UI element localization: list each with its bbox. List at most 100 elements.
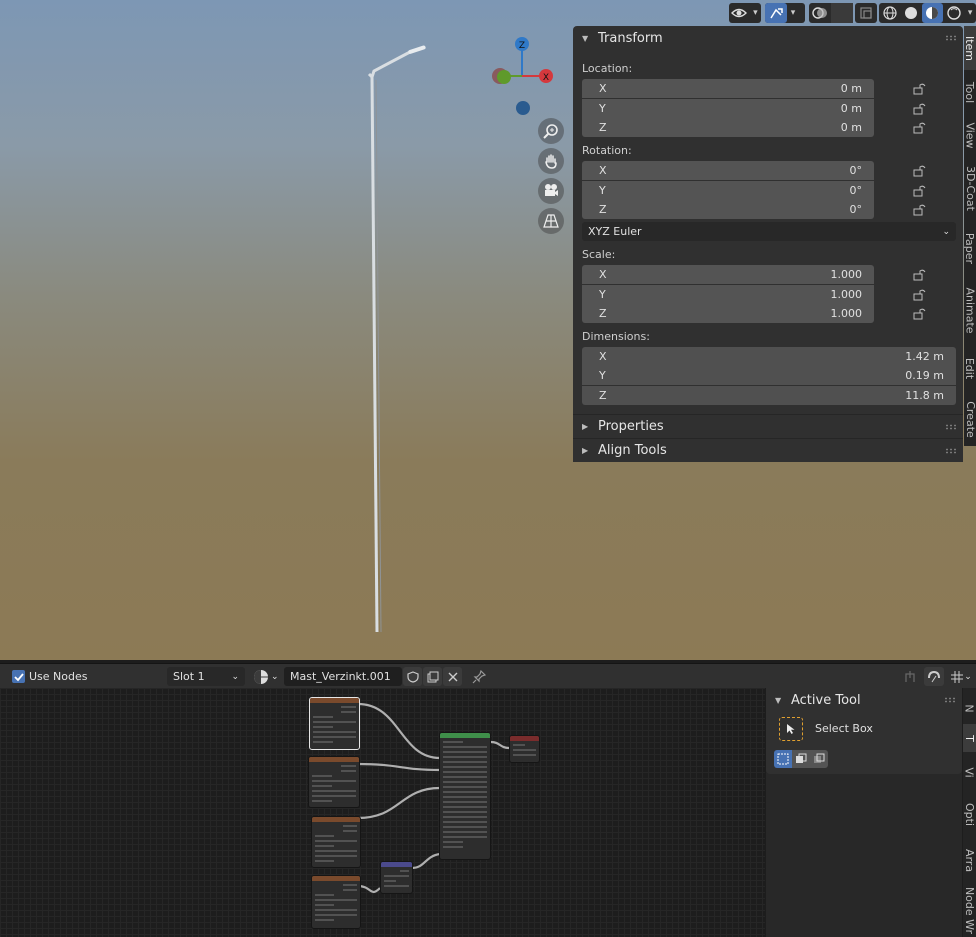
drag-handle-icon[interactable] <box>944 697 956 703</box>
tab-vi[interactable]: Vi <box>963 754 976 790</box>
tab-opti[interactable]: Opti <box>963 792 976 836</box>
transform-panel-header[interactable]: ▼ Transform <box>573 26 963 50</box>
sidebar-item-panel: ▼ Transform Location: X0 m Y0 m Z0 m Rot… <box>573 26 963 462</box>
properties-title: Properties <box>598 419 664 434</box>
triangle-right-icon: ▶ <box>582 446 589 455</box>
fake-user-shield-icon[interactable] <box>403 667 422 686</box>
align-tools-panel-header[interactable]: ▶ Align Tools <box>573 438 963 462</box>
location-y-field[interactable]: Y0 m <box>582 99 874 118</box>
checkbox-checked-icon[interactable] <box>12 670 25 683</box>
location-label: Location: <box>582 62 633 75</box>
xray-icon[interactable] <box>831 3 853 23</box>
street-lamp-object[interactable] <box>360 40 440 640</box>
image-texture-node[interactable] <box>311 816 361 868</box>
tab-arra[interactable]: Arra <box>963 838 976 882</box>
unlink-close-icon[interactable] <box>443 667 462 686</box>
drag-handle-icon[interactable] <box>945 447 957 454</box>
scale-label: Scale: <box>582 248 616 261</box>
scale-x-field[interactable]: X 1.000 <box>582 265 874 284</box>
solid-shading-icon[interactable] <box>900 3 921 23</box>
normal-map-node[interactable] <box>380 861 413 894</box>
material-name-field[interactable]: Mast_Verzinkt.001 <box>284 667 402 686</box>
drag-handle-icon[interactable] <box>945 423 957 430</box>
camera-icon[interactable] <box>538 178 564 204</box>
transform-title: Transform <box>598 30 663 46</box>
use-nodes-toggle[interactable]: Use Nodes <box>12 667 88 686</box>
tab-create[interactable]: Create <box>964 392 976 446</box>
lock-icon[interactable] <box>913 308 927 320</box>
location-x-field[interactable]: X0 m <box>582 79 874 98</box>
perspective-grid-icon[interactable] <box>538 208 564 234</box>
grid-snap-icon <box>951 670 964 683</box>
select-box-tool-icon[interactable] <box>779 717 803 741</box>
navigation-gizmo[interactable]: Z X <box>488 34 560 120</box>
gizmo-toggle[interactable]: ▾ <box>765 3 805 23</box>
lock-icon[interactable] <box>913 103 927 115</box>
tab-node-wrangler[interactable]: Node Wr <box>963 884 976 937</box>
triangle-down-icon: ▼ <box>775 695 782 705</box>
scale-z-field[interactable]: Z 1.000 <box>582 304 874 323</box>
parent-node-tree-icon[interactable] <box>900 667 920 686</box>
material-output-node[interactable] <box>509 735 540 763</box>
snapping-magnet-icon[interactable] <box>924 667 944 686</box>
mode-extend-selection-icon[interactable] <box>792 750 810 768</box>
image-texture-node[interactable] <box>311 875 361 929</box>
chevron-down-icon: ⌄ <box>231 671 239 682</box>
active-tool-panel-header[interactable]: ▼ Active Tool <box>766 688 962 712</box>
lock-icon[interactable] <box>913 122 927 134</box>
rendered-shading-icon[interactable] <box>943 3 964 23</box>
rotation-x-field[interactable]: X 0° <box>582 161 874 180</box>
duplicate-material-icon[interactable] <box>423 667 442 686</box>
dimensions-z-field[interactable]: Z 11.8 m <box>582 386 956 405</box>
shading-mode-group[interactable]: ▾ <box>879 3 976 23</box>
slot-select[interactable]: Slot 1 ⌄ <box>167 667 245 686</box>
rotation-z-field[interactable]: Z 0° <box>582 200 874 219</box>
tab-paper[interactable]: Paper <box>964 222 976 274</box>
node-links <box>357 702 510 894</box>
principled-bsdf-node[interactable] <box>439 732 491 860</box>
active-tool-title: Active Tool <box>791 692 861 708</box>
tab-view[interactable]: View <box>964 114 976 156</box>
scale-y-field[interactable]: Y 1.000 <box>582 285 874 304</box>
drag-handle-icon[interactable] <box>945 35 957 41</box>
tab-3d-coat[interactable]: 3D-Coat <box>964 158 976 218</box>
lock-icon[interactable] <box>913 165 927 177</box>
chevron-down-icon: ⌄ <box>964 671 972 682</box>
image-texture-node[interactable] <box>309 697 360 750</box>
active-tool-name: Select Box <box>815 722 873 735</box>
hand-pan-icon[interactable] <box>538 148 564 174</box>
snap-element-dropdown[interactable]: ⌄ <box>946 667 976 686</box>
image-texture-node[interactable] <box>308 756 360 808</box>
tab-animate[interactable]: Animate <box>964 278 976 342</box>
wireframe-shading-icon[interactable] <box>879 3 900 23</box>
rotation-y-field[interactable]: Y 0° <box>582 181 874 200</box>
visibility-dropdown[interactable]: ▾ <box>729 3 761 23</box>
active-tool-panel: ▼ Active Tool Select Box <box>766 688 962 774</box>
properties-panel-header[interactable]: ▶ Properties <box>573 414 963 438</box>
lock-icon[interactable] <box>913 269 927 281</box>
xray-toggle[interactable] <box>855 3 877 23</box>
location-z-field[interactable]: Z0 m <box>582 118 874 137</box>
material-browse-button[interactable]: ⌄ <box>253 667 283 686</box>
lock-icon[interactable] <box>913 289 927 301</box>
triangle-down-icon: ▼ <box>582 33 589 43</box>
dimensions-x-field[interactable]: X 1.42 m <box>582 347 956 366</box>
zoom-icon[interactable] <box>538 118 564 144</box>
tab-tool[interactable]: Tool <box>964 72 976 112</box>
chevron-down-icon: ▾ <box>967 8 973 18</box>
material-preview-shading-icon[interactable] <box>921 3 944 23</box>
mode-new-selection-icon[interactable] <box>774 750 792 768</box>
pin-icon[interactable] <box>470 667 488 686</box>
node-editor-canvas[interactable] <box>0 688 765 937</box>
lock-icon[interactable] <box>913 83 927 95</box>
rotation-mode-select[interactable]: XYZ Euler ⌄ <box>582 222 956 241</box>
tab-item[interactable]: Item <box>964 26 976 70</box>
tab-n[interactable]: N <box>963 694 976 722</box>
overlay-toggle[interactable] <box>809 3 853 23</box>
tab-t[interactable]: T <box>963 724 976 752</box>
tab-edit[interactable]: Edit <box>964 346 976 390</box>
dimensions-y-field[interactable]: Y 0.19 m <box>582 366 956 385</box>
lock-icon[interactable] <box>913 185 927 197</box>
lock-icon[interactable] <box>913 204 927 216</box>
mode-subtract-selection-icon[interactable] <box>810 750 828 768</box>
